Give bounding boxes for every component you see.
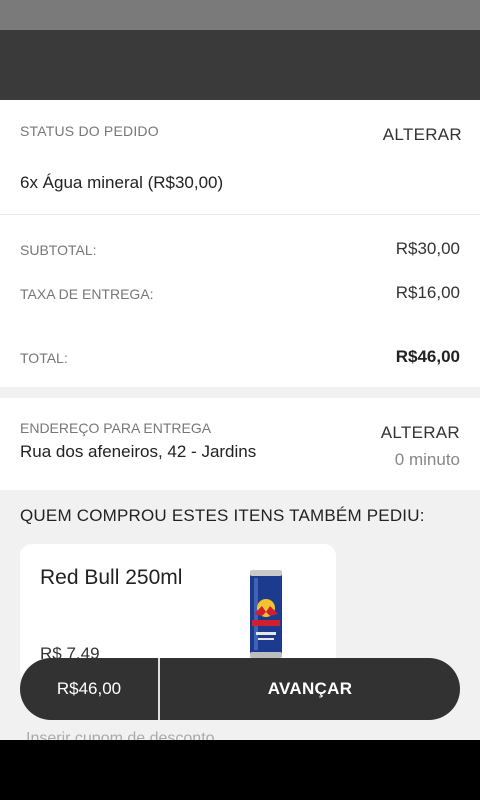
order-item: 6x Água mineral (R$30,00): [20, 173, 224, 192]
order-status-label: STATUS DO PEDIDO: [20, 123, 159, 139]
order-edit-button[interactable]: ALTERAR: [383, 125, 462, 145]
subtotal-value: R$30,00: [395, 239, 460, 258]
subtotal-label: SUBTOTAL:: [20, 242, 97, 258]
address-label: ENDEREÇO PARA ENTREGA: [20, 420, 212, 436]
delivery-fee-label: TAXA DE ENTREGA:: [20, 286, 154, 302]
total-value: R$46,00: [395, 347, 460, 366]
address-value: Rua dos afeneiros, 42 - Jardins: [20, 442, 257, 461]
next-button[interactable]: AVANÇAR: [160, 658, 460, 720]
delivery-time: 0 minuto: [394, 450, 460, 469]
order-status-card: STATUS DO PEDIDO ALTERAR 6x Água mineral…: [0, 100, 480, 215]
totals-card: SUBTOTAL: R$30,00 TAXA DE ENTREGA: R$16,…: [0, 215, 480, 387]
delivery-address-card: ENDEREÇO PARA ENTREGA Rua dos afeneiros,…: [0, 398, 480, 490]
app-bar: [0, 30, 480, 100]
total-label: TOTAL:: [20, 350, 68, 366]
redbull-can-icon: [250, 570, 282, 658]
checkout-bar: R$46,00 AVANÇAR: [20, 658, 460, 720]
system-nav-bar: [0, 740, 480, 800]
checkout-total: R$46,00: [56, 679, 122, 698]
product-name: Red Bull 250ml: [40, 566, 183, 589]
delivery-fee-value: R$16,00: [395, 283, 460, 302]
suggestions-title: QUEM COMPROU ESTES ITENS TAMBÉM PEDIU:: [20, 506, 425, 525]
status-bar: [0, 0, 480, 30]
address-edit-button[interactable]: ALTERAR: [381, 423, 460, 443]
